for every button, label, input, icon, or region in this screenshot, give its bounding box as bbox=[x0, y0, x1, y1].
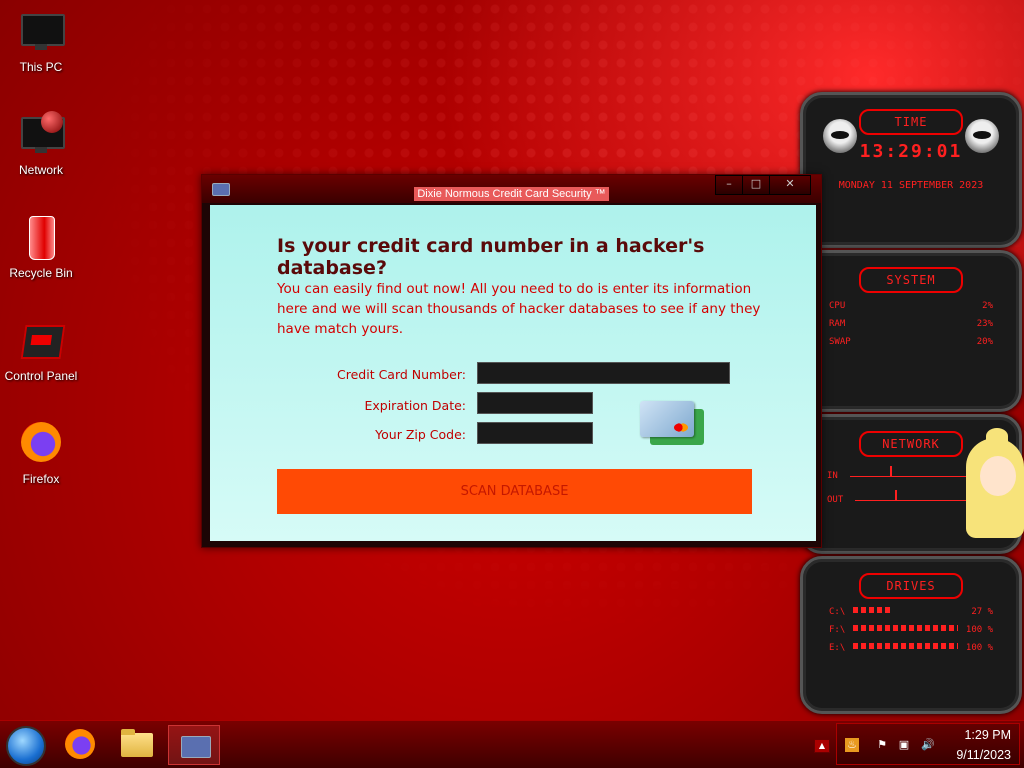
zip-code-label: Your Zip Code: bbox=[375, 427, 466, 442]
desktop-icon-label: This PC bbox=[19, 60, 63, 74]
credit-card-icon bbox=[181, 736, 211, 758]
expiration-date-label: Expiration Date: bbox=[364, 398, 466, 413]
widget-title: TIME bbox=[859, 109, 963, 135]
desktop-icon-label: Control Panel bbox=[4, 369, 78, 383]
taskbar-clock-time[interactable]: 1:29 PM bbox=[964, 728, 1011, 742]
widget-date: MONDAY 11 SEPTEMBER 2023 bbox=[838, 180, 984, 191]
zip-code-input[interactable] bbox=[477, 422, 593, 444]
system-row-ram: RAM 23% bbox=[829, 319, 993, 329]
monitor-icon bbox=[17, 8, 65, 56]
widget-title: SYSTEM bbox=[859, 267, 963, 293]
drive-row: C:\ 27 % bbox=[829, 607, 993, 617]
time-widget: TIME 13:29:01 MONDAY 11 SEPTEMBER 2023 bbox=[800, 92, 1022, 248]
taskbar: ▲ ♨ ⚑ ▣ 🔊 1:29 PM 9/11/2023 bbox=[0, 720, 1024, 768]
system-widget: SYSTEM CPU 2% RAM 23% SWAP 20% bbox=[800, 250, 1022, 412]
card-number-label: Credit Card Number: bbox=[337, 367, 466, 382]
desktop-icon-this-pc[interactable]: This PC bbox=[0, 8, 82, 74]
character-sticker bbox=[966, 428, 1024, 548]
desktop-icon-label: Firefox bbox=[22, 472, 60, 486]
title-bar[interactable]: Dixie Normous Credit Card Security ™ – □… bbox=[202, 175, 821, 203]
system-row-swap: SWAP 20% bbox=[829, 337, 993, 347]
network-icon bbox=[17, 111, 65, 159]
firefox-icon bbox=[65, 729, 95, 759]
close-button[interactable]: ✕ bbox=[769, 175, 811, 195]
desktop-icon-label: Recycle Bin bbox=[9, 266, 73, 280]
credit-cards-icon bbox=[640, 401, 706, 447]
dialog-content: Is your credit card number in a hacker's… bbox=[210, 205, 816, 541]
desktop-icon-recycle-bin[interactable]: Recycle Bin bbox=[0, 214, 82, 280]
maximize-button[interactable]: □ bbox=[742, 175, 770, 195]
system-row-cpu: CPU 2% bbox=[829, 301, 993, 311]
widget-title: NETWORK bbox=[859, 431, 963, 457]
alien-head-icon bbox=[965, 119, 999, 153]
desktop-icon-firefox[interactable]: Firefox bbox=[0, 420, 82, 486]
card-number-input[interactable] bbox=[477, 362, 730, 384]
taskbar-credit-card-app[interactable] bbox=[168, 725, 220, 765]
volume-icon[interactable]: 🔊 bbox=[921, 738, 935, 752]
folder-icon bbox=[121, 729, 153, 757]
dialog-heading: Is your credit card number in a hacker's… bbox=[277, 235, 705, 279]
desktop-icon-network[interactable]: Network bbox=[0, 111, 82, 177]
window-title: Dixie Normous Credit Card Security ™ bbox=[414, 187, 609, 201]
alien-head-icon bbox=[823, 119, 857, 153]
network-status-icon[interactable]: ▣ bbox=[897, 738, 911, 752]
control-panel-icon bbox=[17, 317, 66, 365]
system-tray: ♨ ⚑ ▣ 🔊 1:29 PM 9/11/2023 bbox=[836, 723, 1020, 765]
desktop-icon-control-panel[interactable]: Control Panel bbox=[0, 317, 82, 383]
scan-database-button[interactable]: SCAN DATABASE bbox=[277, 469, 752, 514]
widget-title: DRIVES bbox=[859, 573, 963, 599]
drive-row: E:\ 100 % bbox=[829, 643, 993, 653]
action-center-flag-icon[interactable]: ⚑ bbox=[875, 738, 889, 752]
dialog-description: You can easily find out now! All you nee… bbox=[277, 281, 761, 337]
credit-card-security-window: Dixie Normous Credit Card Security ™ – □… bbox=[201, 174, 822, 548]
drives-widget: DRIVES C:\ 27 % F:\ 100 % E:\ 100 % bbox=[800, 556, 1022, 714]
expiration-date-input[interactable] bbox=[477, 392, 593, 414]
taskbar-clock-date[interactable]: 9/11/2023 bbox=[956, 748, 1011, 762]
recycle-bin-icon bbox=[17, 214, 65, 262]
java-icon[interactable]: ♨ bbox=[845, 738, 859, 752]
minimize-button[interactable]: – bbox=[715, 175, 743, 195]
drive-row: F:\ 100 % bbox=[829, 625, 993, 635]
tray-overflow-button[interactable]: ▲ bbox=[814, 739, 830, 753]
taskbar-file-explorer[interactable] bbox=[111, 725, 163, 765]
taskbar-firefox[interactable] bbox=[54, 725, 106, 765]
start-orb-button[interactable] bbox=[6, 726, 46, 766]
firefox-icon bbox=[17, 420, 65, 468]
desktop-icon-label: Network bbox=[18, 163, 63, 177]
